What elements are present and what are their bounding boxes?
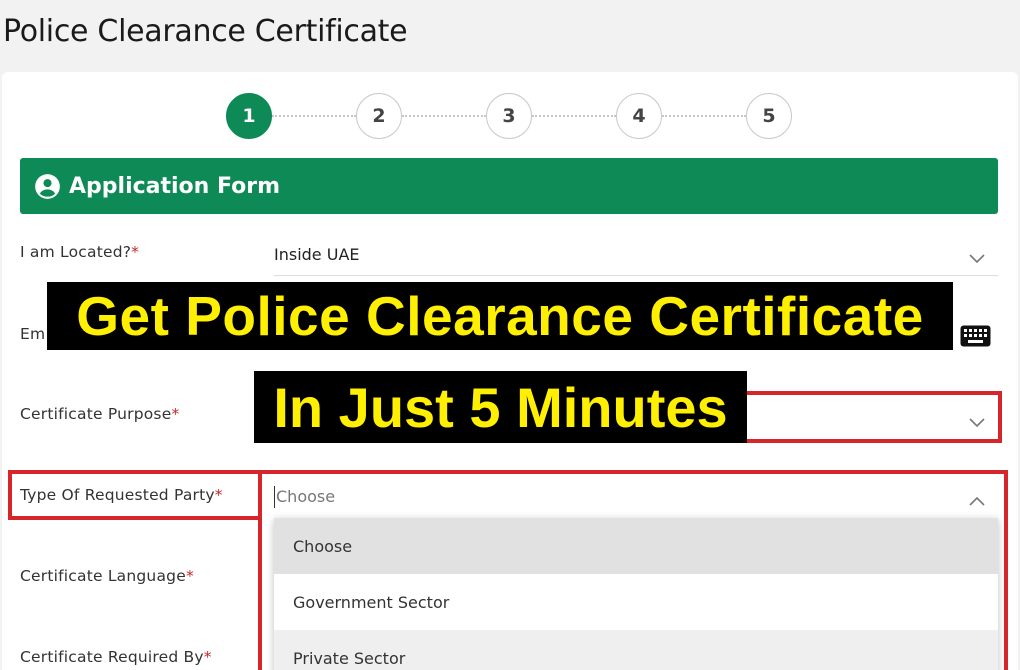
required-marker: * — [171, 405, 180, 423]
form-section-title: Application Form — [69, 173, 281, 199]
located-label: I am Located?* — [20, 243, 139, 261]
keyboard-icon[interactable] — [960, 325, 991, 347]
stepper: 1 2 3 4 5 — [226, 93, 792, 139]
located-select[interactable]: Inside UAE — [274, 234, 998, 276]
required-by-label-text: Certificate Required By — [20, 648, 204, 666]
step-connector — [532, 115, 616, 117]
step-3[interactable]: 3 — [486, 93, 532, 139]
highlight-party-dropdown — [258, 470, 1008, 670]
step-connector — [402, 115, 486, 117]
page-title: Police Clearance Certificate — [3, 14, 408, 49]
required-marker: * — [185, 567, 194, 585]
user-circle-icon — [35, 173, 60, 199]
purpose-label: Certificate Purpose* — [20, 405, 179, 423]
chevron-down-icon — [969, 254, 985, 264]
form-section-header: Application Form — [20, 158, 998, 214]
step-connector — [662, 115, 746, 117]
required-marker: * — [203, 648, 212, 666]
located-value: Inside UAE — [274, 245, 360, 264]
language-label-text: Certificate Language — [20, 567, 186, 585]
step-5[interactable]: 5 — [746, 93, 792, 139]
promo-banner-line-2: In Just 5 Minutes — [254, 371, 747, 443]
highlight-party-label — [8, 470, 262, 520]
step-connector — [272, 115, 356, 117]
step-2[interactable]: 2 — [356, 93, 402, 139]
step-4[interactable]: 4 — [616, 93, 662, 139]
purpose-label-text: Certificate Purpose — [20, 405, 172, 423]
step-1[interactable]: 1 — [226, 93, 272, 139]
highlight-purpose-field — [744, 391, 1002, 443]
located-label-text: I am Located? — [20, 243, 132, 261]
required-by-label: Certificate Required By* — [20, 648, 212, 666]
email-label: Em — [20, 325, 46, 343]
promo-banner-line-1: Get Police Clearance Certificate — [47, 282, 953, 350]
required-marker: * — [131, 243, 140, 261]
language-label: Certificate Language* — [20, 567, 194, 585]
